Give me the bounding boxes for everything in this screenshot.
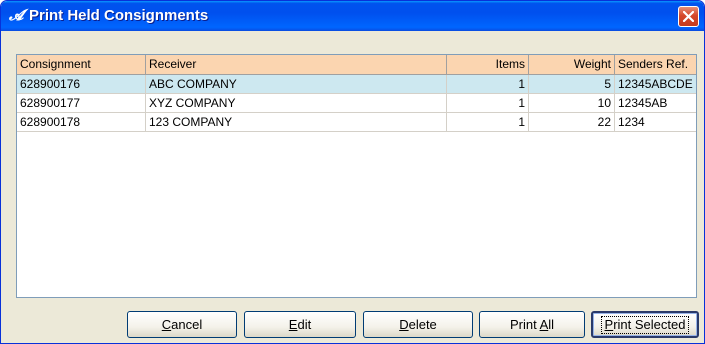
- print-all-button[interactable]: Print All: [479, 311, 585, 338]
- close-icon: [683, 11, 694, 22]
- cell-senders-ref: 1234: [618, 115, 645, 129]
- cell-consignment: 628900177: [17, 94, 146, 112]
- print-all-label-prefix: Print: [509, 317, 540, 332]
- pen-logo-icon: 𝓐: [9, 6, 24, 24]
- cancel-button[interactable]: Cancel: [127, 311, 237, 338]
- cell-weight: 22: [529, 113, 615, 131]
- consignments-table[interactable]: Consignment Receiver Items Weight Sender…: [16, 54, 697, 298]
- cell-weight: 5: [529, 75, 615, 93]
- cancel-label-rest: ancel: [171, 317, 203, 332]
- delete-label-rest: elete: [408, 317, 437, 332]
- window-title: Print Held Consignments: [29, 7, 209, 24]
- column-header-consignment[interactable]: Consignment: [17, 55, 146, 74]
- print-selected-button[interactable]: Print Selected: [591, 311, 699, 338]
- print-all-mnemonic: A: [539, 317, 549, 332]
- edit-label-rest: dit: [297, 317, 312, 332]
- print-all-label-rest: ll: [548, 317, 555, 332]
- cancel-mnemonic: C: [161, 317, 172, 332]
- print-held-consignments-dialog: 𝓐 Print Held Consignments Consignment Re…: [0, 0, 705, 344]
- close-button[interactable]: [678, 6, 699, 27]
- table-header: Consignment Receiver Items Weight Sender…: [17, 55, 696, 75]
- cell-senders-ref: 12345ABCDE: [618, 77, 693, 91]
- cell-items: 1: [447, 94, 529, 112]
- column-header-items[interactable]: Items: [447, 55, 529, 74]
- cell-consignment: 628900178: [17, 113, 146, 131]
- cell-senders-ref: 12345AB: [618, 96, 668, 110]
- cell-weight: 10: [529, 94, 615, 112]
- cell-receiver: 123 COMPANY: [146, 113, 447, 131]
- column-header-senders-ref[interactable]: Senders Ref.: [615, 55, 696, 74]
- title-bar[interactable]: 𝓐 Print Held Consignments: [1, 1, 704, 31]
- cell-receiver: ABC COMPANY: [146, 75, 447, 93]
- cell-items: 1: [447, 113, 529, 131]
- table-row[interactable]: 628900178 123 COMPANY 1 22 1234: [17, 113, 696, 132]
- column-header-weight[interactable]: Weight: [529, 55, 615, 74]
- focus-rect: Print Selected: [600, 316, 690, 334]
- edit-button[interactable]: Edit: [244, 311, 356, 338]
- print-selected-mnemonic: P: [604, 317, 614, 332]
- cell-items: 1: [447, 75, 529, 93]
- cell-consignment: 628900176: [17, 75, 146, 93]
- table-row[interactable]: 628900176 ABC COMPANY 1 5 12345ABCDE: [17, 75, 696, 94]
- delete-button[interactable]: Delete: [363, 311, 473, 338]
- column-header-receiver[interactable]: Receiver: [146, 55, 447, 74]
- table-row[interactable]: 628900177 XYZ COMPANY 1 10 12345AB: [17, 94, 696, 113]
- delete-mnemonic: D: [399, 317, 409, 332]
- print-selected-label-rest: rint Selected: [613, 317, 686, 332]
- cell-receiver: XYZ COMPANY: [146, 94, 447, 112]
